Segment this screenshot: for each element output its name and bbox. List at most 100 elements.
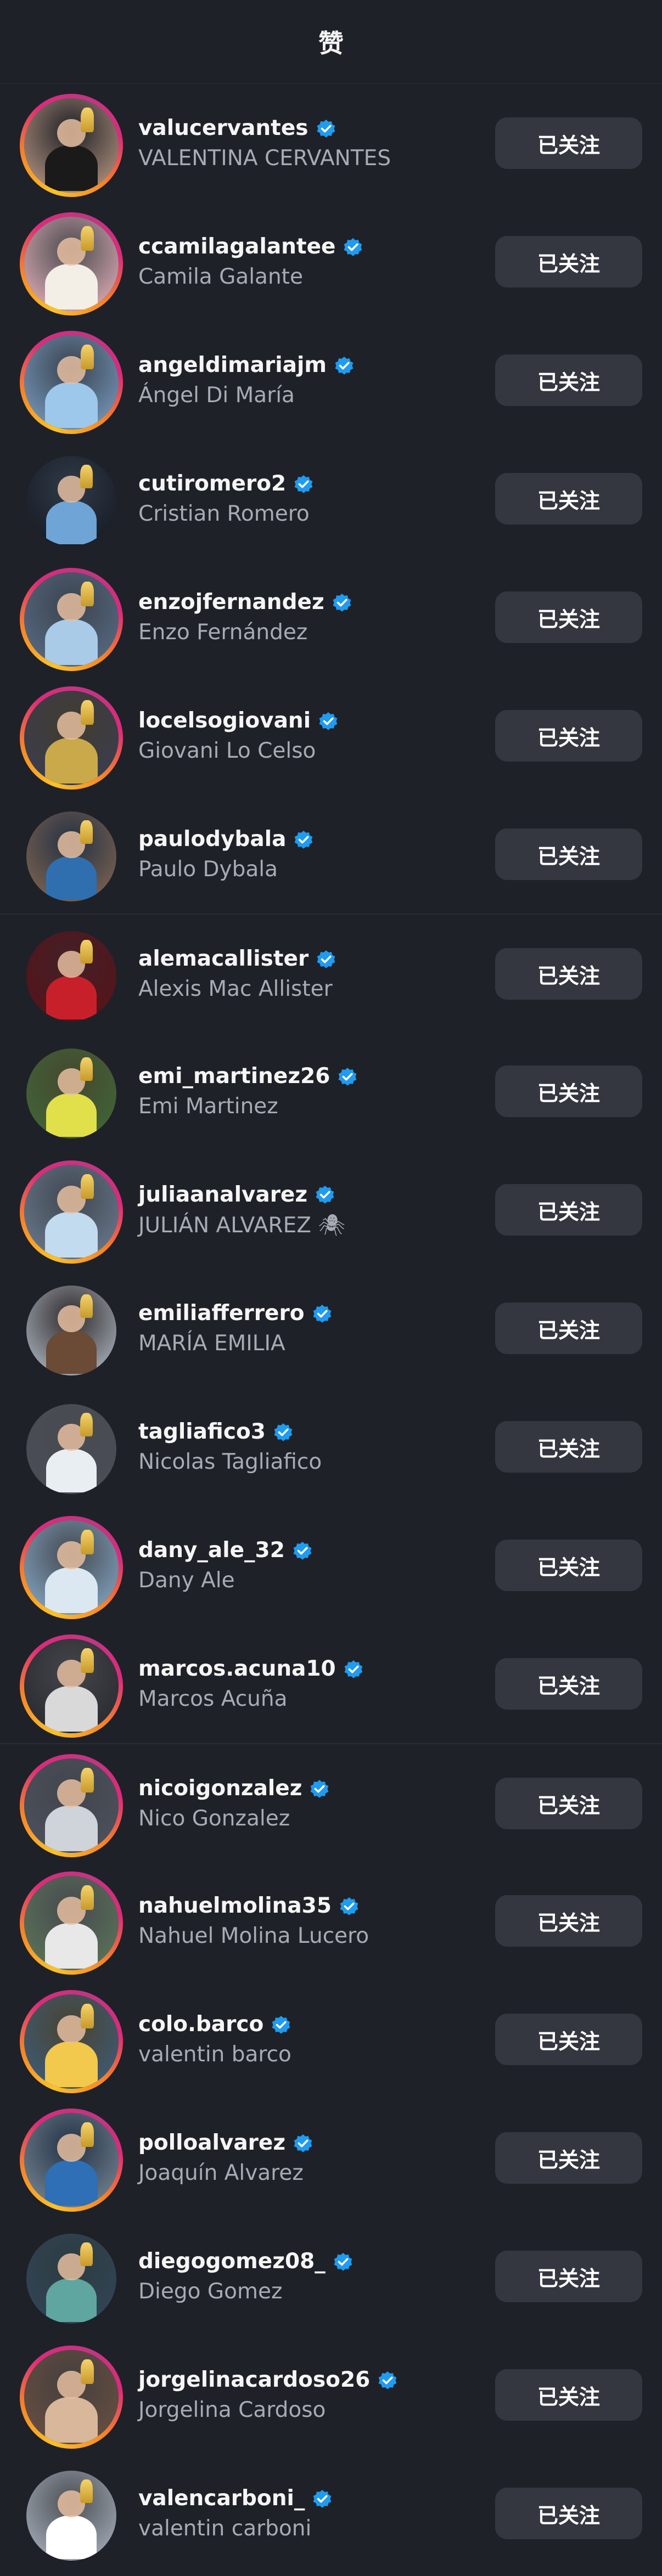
avatar[interactable]: [20, 1279, 123, 1382]
list-item[interactable]: polloalvarez Joaquín Alvarez 已关注: [0, 2099, 662, 2217]
user-info[interactable]: locelsogiovani Giovani Lo Celso: [138, 677, 479, 795]
list-item[interactable]: marcos.acuna10 Marcos Acuña 已关注: [0, 1625, 662, 1743]
avatar[interactable]: [20, 1397, 123, 1501]
following-button[interactable]: 已关注: [495, 1066, 642, 1117]
following-button[interactable]: 已关注: [495, 2488, 642, 2539]
following-button[interactable]: 已关注: [495, 710, 642, 762]
avatar[interactable]: [20, 805, 123, 908]
list-item[interactable]: nahuelmolina35 Nahuel Molina Lucero 已关注: [0, 1862, 662, 1980]
following-button[interactable]: 已关注: [495, 117, 642, 169]
username[interactable]: enzojfernandez: [138, 590, 324, 615]
avatar[interactable]: [20, 449, 123, 553]
list-item[interactable]: tagliafico3 Nicolas Tagliafico 已关注: [0, 1388, 662, 1506]
avatar[interactable]: [20, 331, 123, 434]
user-info[interactable]: enzojfernandez Enzo Fernández: [138, 558, 479, 677]
avatar[interactable]: [20, 2227, 123, 2330]
list-item[interactable]: dany_ale_32 Dany Ale 已关注: [0, 1506, 662, 1625]
following-button[interactable]: 已关注: [495, 1895, 642, 1947]
list-item[interactable]: ccamilagalantee Camila Galante 已关注: [0, 202, 662, 321]
user-info[interactable]: tagliafico3 Nicolas Tagliafico: [138, 1388, 479, 1506]
avatar[interactable]: [20, 1516, 123, 1619]
following-button[interactable]: 已关注: [495, 1184, 642, 1236]
user-info[interactable]: juliaanalvarez JULIÁN ALVAREZ 🕷: [138, 1151, 479, 1269]
username[interactable]: nicoigonzalez: [138, 1776, 302, 1801]
username[interactable]: paulodybala: [138, 827, 286, 852]
username[interactable]: valucervantes: [138, 116, 308, 140]
list-item[interactable]: emi_martinez26 Emi Martinez 已关注: [0, 1032, 662, 1151]
user-info[interactable]: marcos.acuna10 Marcos Acuña: [138, 1625, 479, 1743]
avatar[interactable]: [20, 568, 123, 671]
avatar[interactable]: [20, 686, 123, 790]
username[interactable]: nahuelmolina35: [138, 1893, 332, 1918]
user-info[interactable]: dany_ale_32 Dany Ale: [138, 1506, 479, 1625]
user-info[interactable]: emiliafferrero MARÍA EMILIA: [138, 1269, 479, 1388]
following-button[interactable]: 已关注: [495, 1658, 642, 1710]
following-button[interactable]: 已关注: [495, 236, 642, 288]
username[interactable]: ccamilagalantee: [138, 234, 335, 259]
following-button[interactable]: 已关注: [495, 354, 642, 406]
avatar[interactable]: [20, 925, 123, 1028]
username[interactable]: jorgelinacardoso26: [138, 2368, 370, 2392]
list-item[interactable]: juliaanalvarez JULIÁN ALVAREZ 🕷 已关注: [0, 1151, 662, 1269]
following-button[interactable]: 已关注: [495, 2369, 642, 2421]
list-item[interactable]: paulodybala Paulo Dybala 已关注: [0, 795, 662, 914]
avatar[interactable]: [20, 1634, 123, 1738]
username[interactable]: juliaanalvarez: [138, 1182, 307, 1207]
following-button[interactable]: 已关注: [495, 2014, 642, 2065]
user-info[interactable]: nicoigonzalez Nico Gonzalez: [138, 1744, 479, 1863]
avatar[interactable]: [20, 1990, 123, 2093]
following-button[interactable]: 已关注: [495, 1303, 642, 1354]
following-button[interactable]: 已关注: [495, 1540, 642, 1591]
user-info[interactable]: cutiromero2 Cristian Romero: [138, 439, 479, 558]
following-button[interactable]: 已关注: [495, 2132, 642, 2184]
username[interactable]: valencarboni_: [138, 2486, 305, 2511]
user-info[interactable]: diegogomez08_ Diego Gomez: [138, 2217, 479, 2336]
following-button[interactable]: 已关注: [495, 591, 642, 643]
following-button[interactable]: 已关注: [495, 948, 642, 1000]
list-item[interactable]: diegogomez08_ Diego Gomez 已关注: [0, 2217, 662, 2336]
list-item[interactable]: colo.barco valentin barco 已关注: [0, 1980, 662, 2099]
list-item[interactable]: locelsogiovani Giovani Lo Celso 已关注: [0, 677, 662, 795]
user-info[interactable]: alemacallister Alexis Mac Allister: [138, 915, 479, 1033]
username[interactable]: emi_martinez26: [138, 1064, 330, 1089]
username[interactable]: angeldimariajm: [138, 353, 327, 377]
user-info[interactable]: nahuelmolina35 Nahuel Molina Lucero: [138, 1862, 479, 1980]
user-info[interactable]: colo.barco valentin barco: [138, 1980, 479, 2099]
username[interactable]: diegogomez08_: [138, 2249, 326, 2274]
avatar[interactable]: [20, 2346, 123, 2449]
list-item[interactable]: alemacallister Alexis Mac Allister 已关注: [0, 914, 662, 1032]
avatar[interactable]: [20, 1160, 123, 1264]
user-info[interactable]: valencarboni_ valentin carboni: [138, 2454, 479, 2573]
avatar[interactable]: [20, 94, 123, 197]
list-item[interactable]: jorgelinacardoso26 Jorgelina Cardoso 已关注: [0, 2336, 662, 2454]
user-info[interactable]: ccamilagalantee Camila Galante: [138, 202, 479, 321]
following-button[interactable]: 已关注: [495, 473, 642, 525]
user-info[interactable]: emi_martinez26 Emi Martinez: [138, 1032, 479, 1151]
user-info[interactable]: paulodybala Paulo Dybala: [138, 795, 479, 914]
avatar[interactable]: [20, 212, 123, 315]
list-item[interactable]: cutiromero2 Cristian Romero 已关注: [0, 439, 662, 558]
username[interactable]: tagliafico3: [138, 1419, 266, 1444]
list-item[interactable]: valencarboni_ valentin carboni 已关注: [0, 2454, 662, 2573]
username[interactable]: locelsogiovani: [138, 708, 311, 733]
username[interactable]: cutiromero2: [138, 471, 286, 496]
username[interactable]: polloalvarez: [138, 2130, 285, 2155]
username[interactable]: marcos.acuna10: [138, 1656, 336, 1681]
user-info[interactable]: angeldimariajm Ángel Di María: [138, 321, 479, 439]
avatar[interactable]: [20, 1042, 123, 1145]
username[interactable]: alemacallister: [138, 946, 308, 971]
username[interactable]: dany_ale_32: [138, 1538, 285, 1563]
avatar[interactable]: [20, 2109, 123, 2212]
avatar[interactable]: [20, 1872, 123, 1975]
user-info[interactable]: polloalvarez Joaquín Alvarez: [138, 2099, 479, 2217]
user-info[interactable]: valucervantes VALENTINA CERVANTES: [138, 84, 479, 202]
following-button[interactable]: 已关注: [495, 828, 642, 880]
following-button[interactable]: 已关注: [495, 1778, 642, 1829]
avatar[interactable]: [20, 2464, 123, 2567]
list-item[interactable]: valucervantes VALENTINA CERVANTES 已关注: [0, 84, 662, 202]
list-item[interactable]: nicoigonzalez Nico Gonzalez 已关注: [0, 1743, 662, 1862]
avatar[interactable]: [20, 1754, 123, 1857]
following-button[interactable]: 已关注: [495, 2251, 642, 2302]
user-info[interactable]: jorgelinacardoso26 Jorgelina Cardoso: [138, 2336, 479, 2454]
list-item[interactable]: emiliafferrero MARÍA EMILIA 已关注: [0, 1269, 662, 1388]
